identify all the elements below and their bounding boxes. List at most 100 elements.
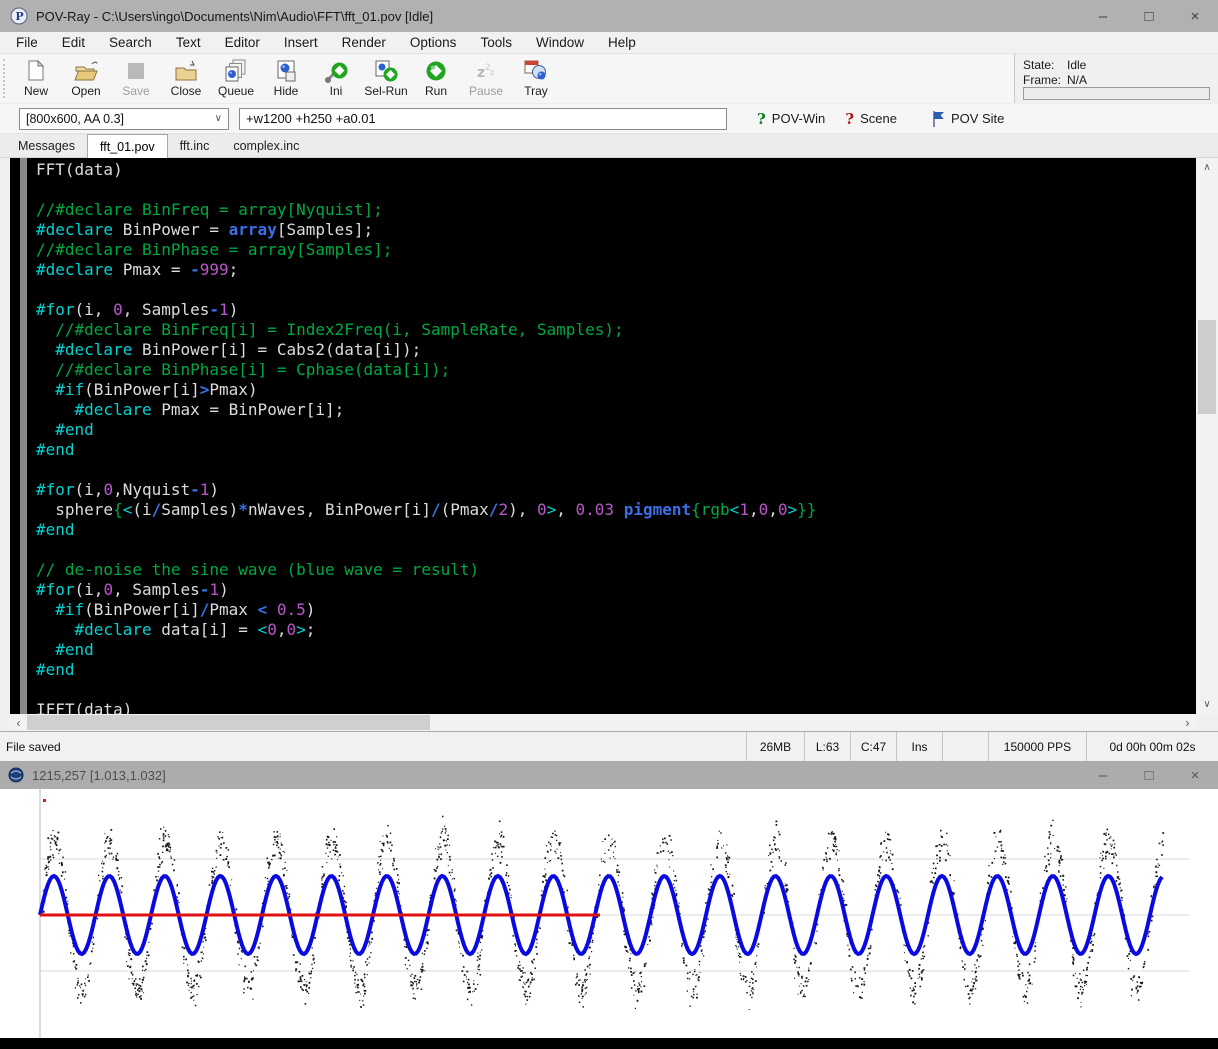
toolbar-button-label: Run: [425, 84, 447, 98]
svg-text:z: z: [477, 65, 485, 81]
window-title: POV-Ray - C:\Users\ingo\Documents\Nim\Au…: [36, 9, 1080, 24]
toolbar-grip: [3, 59, 10, 98]
code-line: //#declare BinPhase = array[Samples];: [36, 240, 816, 260]
toolbar-run-button[interactable]: Run: [411, 54, 461, 103]
statusbar-cell: C:47: [850, 732, 896, 761]
toolbar-tray-button[interactable]: Tray: [511, 54, 561, 103]
new-document-icon: [23, 58, 49, 84]
minimize-button[interactable]: –: [1080, 0, 1126, 32]
code-line: #declare Pmax = -999;: [36, 260, 816, 280]
close-button[interactable]: ×: [1172, 761, 1218, 789]
editor-hscrollbar[interactable]: ‹ ›: [10, 714, 1196, 731]
editor-vscrollbar[interactable]: ∧ ∨: [1196, 158, 1218, 714]
statusbar-cell: 150000 PPS: [988, 732, 1086, 761]
render-options-input[interactable]: [239, 108, 727, 130]
code-line: [36, 460, 816, 480]
menu-editor[interactable]: Editor: [213, 35, 272, 50]
toolbar-ini-button[interactable]: Ini: [311, 54, 361, 103]
statusbar-cell: [942, 732, 988, 761]
vscroll-thumb[interactable]: [1198, 320, 1216, 414]
code-content: FFT(data) //#declare BinFreq = array[Nyq…: [36, 160, 816, 714]
command-toolbar: [800x600, AA 0.3] ∨ ? POV-Win ? Scene PO…: [0, 104, 1218, 134]
queue-icon: [223, 58, 249, 84]
toolbar-close-button[interactable]: Close: [161, 54, 211, 103]
toolbar-button-label: Save: [122, 84, 149, 98]
help-toolbar: ? POV-Win ? Scene POV Site: [747, 110, 1014, 128]
menu-window[interactable]: Window: [524, 35, 596, 50]
menu-text[interactable]: Text: [164, 35, 213, 50]
tab-messages[interactable]: Messages: [6, 135, 87, 157]
render-window: 1215,257 [1.013,1.032] – □ ×: [0, 761, 1218, 1049]
toolbar-save-button: Save: [111, 54, 161, 103]
toolbar-sel-run-button[interactable]: Sel-Run: [361, 54, 411, 103]
scrollbar-corner: [1196, 714, 1218, 731]
render-window-controls: – □ ×: [1080, 761, 1218, 789]
menu-file[interactable]: File: [4, 35, 50, 50]
code-line: #end: [36, 520, 816, 540]
scene-help-button[interactable]: ? Scene: [835, 110, 907, 128]
code-line: #declare Pmax = BinPower[i];: [36, 400, 816, 420]
minimize-button[interactable]: –: [1080, 761, 1126, 789]
code-line: [36, 280, 816, 300]
tab-fft_01-pov[interactable]: fft_01.pov: [87, 134, 168, 158]
editor-tabbar: Messagesfft_01.povfft.inccomplex.inc: [0, 134, 1218, 158]
menu-search[interactable]: Search: [97, 35, 164, 50]
toolbar-button-label: Tray: [524, 84, 548, 98]
tab-complex-inc[interactable]: complex.inc: [221, 135, 311, 157]
maximize-button[interactable]: □: [1126, 761, 1172, 789]
scroll-left-arrow[interactable]: ‹: [10, 714, 27, 731]
scroll-down-arrow[interactable]: ∨: [1196, 695, 1218, 714]
main-titlebar: P POV-Ray - C:\Users\ingo\Documents\Nim\…: [0, 0, 1218, 32]
main-window: P POV-Ray - C:\Users\ingo\Documents\Nim\…: [0, 0, 1218, 761]
code-line: IFFT(data): [36, 700, 816, 714]
flag-icon: [931, 110, 945, 128]
question-icon: ?: [757, 110, 766, 128]
code-line: #for(i, 0, Samples-1): [36, 300, 816, 320]
main-toolbar: NewOpenSaveCloseQueueHideIniSel-RunRunz2…: [0, 54, 1218, 104]
hscroll-thumb[interactable]: [27, 715, 430, 730]
code-line: //#declare BinFreq[i] = Index2Freq(i, Sa…: [36, 320, 816, 340]
code-editor[interactable]: FFT(data) //#declare BinFreq = array[Nyq…: [10, 158, 1196, 714]
close-file-icon: [173, 58, 199, 84]
statusbar-cell: 26MB: [746, 732, 804, 761]
code-line: FFT(data): [36, 160, 816, 180]
app-icon: P: [10, 7, 28, 25]
code-line: //#declare BinFreq = array[Nyquist];: [36, 200, 816, 220]
maximize-button[interactable]: □: [1126, 0, 1172, 32]
statusbar-message: File saved: [0, 732, 746, 761]
svg-text:z: z: [490, 68, 494, 77]
statusbar-cell: 0d 00h 00m 02s: [1086, 732, 1218, 761]
toolbar-open-button[interactable]: Open: [61, 54, 111, 103]
toolbar-new-button[interactable]: New: [11, 54, 61, 103]
menu-insert[interactable]: Insert: [272, 35, 330, 50]
scroll-up-arrow[interactable]: ∧: [1196, 158, 1218, 177]
scroll-right-arrow[interactable]: ›: [1179, 714, 1196, 731]
window-controls: – □ ×: [1080, 0, 1218, 32]
povsite-button[interactable]: POV Site: [921, 110, 1014, 128]
menu-options[interactable]: Options: [398, 35, 469, 50]
tab-fft-inc[interactable]: fft.inc: [168, 135, 222, 157]
sel-run-icon: [373, 58, 399, 84]
menu-edit[interactable]: Edit: [50, 35, 97, 50]
code-line: #end: [36, 660, 816, 680]
toolbar-hide-button[interactable]: Hide: [261, 54, 311, 103]
toolbar-queue-button[interactable]: Queue: [211, 54, 261, 103]
menu-tools[interactable]: Tools: [468, 35, 524, 50]
toolbar-button-label: Ini: [330, 84, 343, 98]
toolbar-button-label: Queue: [218, 84, 254, 98]
question-icon: ?: [845, 110, 854, 128]
frame-label: Frame:: [1023, 73, 1067, 88]
close-button[interactable]: ×: [1172, 0, 1218, 32]
ini-tools-icon: [323, 58, 349, 84]
statusbar-cell: Ins: [896, 732, 942, 761]
open-folder-icon: [73, 58, 99, 84]
code-line: #declare BinPower[i] = Cabs2(data[i]);: [36, 340, 816, 360]
resolution-dropdown[interactable]: [800x600, AA 0.3] ∨: [19, 108, 229, 130]
code-line: [36, 680, 816, 700]
state-value: Idle: [1067, 58, 1086, 73]
menu-help[interactable]: Help: [596, 35, 648, 50]
povwin-help-button[interactable]: ? POV-Win: [747, 110, 835, 128]
toolbar-button-label: Pause: [469, 84, 503, 98]
tray-icon: [523, 58, 549, 84]
menu-render[interactable]: Render: [330, 35, 398, 50]
